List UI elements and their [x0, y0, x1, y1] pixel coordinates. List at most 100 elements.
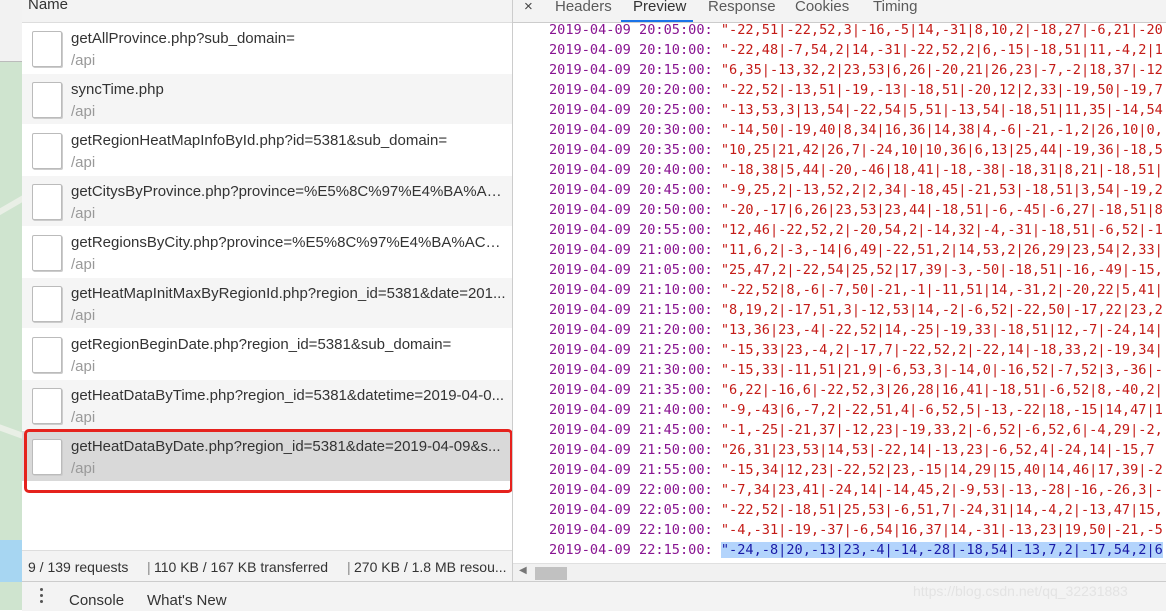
preview-key: 2019-04-09 21:50:00:	[549, 442, 713, 458]
preview-line[interactable]: 2019-04-09 21:10:00: "-22,52|8,-6|-7,50|…	[549, 282, 1163, 302]
preview-key: 2019-04-09 21:35:00:	[549, 382, 713, 398]
preview-line[interactable]: 2019-04-09 21:55:00: "-15,34|12,23|-22,5…	[549, 462, 1163, 482]
preview-line[interactable]: 2019-04-09 20:45:00: "-9,25,2|-13,52,2|2…	[549, 182, 1163, 202]
request-row[interactable]: getRegionBeginDate.php?region_id=5381&su…	[22, 329, 512, 380]
file-icon	[32, 337, 62, 373]
preview-line[interactable]: 2019-04-09 20:15:00: "6,35|-13,32,2|23,5…	[549, 62, 1163, 82]
preview-pane[interactable]: 2019-04-09 20:05:00: "-22,51|-22,52,3|-1…	[513, 23, 1166, 563]
horizontal-scrollbar[interactable]: ◀	[513, 563, 1166, 582]
preview-value: "8,19,2|-17,51,3|-12,53|14,-2|-6,52|-22,…	[720, 302, 1163, 318]
request-name: getHeatMapInitMaxByRegionId.php?region_i…	[71, 285, 506, 302]
name-column-label: Name	[28, 0, 69, 13]
preview-value: "-15,33|-11,51|21,9|-6,53,3|-14,0|-16,52…	[720, 362, 1163, 378]
preview-value: "-22,51|-22,52,3|-16,-5|14,-31|8,10,2|-1…	[720, 23, 1163, 38]
separator: |	[147, 559, 151, 575]
request-path: /api	[71, 52, 96, 69]
preview-line[interactable]: 2019-04-09 20:10:00: "-22,48|-7,54,2|14,…	[549, 42, 1163, 62]
preview-key: 2019-04-09 21:55:00:	[549, 462, 713, 478]
preview-line[interactable]: 2019-04-09 20:50:00: "-20,-17|6,26|23,53…	[549, 202, 1163, 222]
request-name: getAllProvince.php?sub_domain=	[71, 30, 295, 47]
preview-key: 2019-04-09 21:30:00:	[549, 362, 713, 378]
request-row[interactable]: syncTime.php /api	[22, 74, 512, 125]
preview-line[interactable]: 2019-04-09 21:45:00: "-1,-25|-21,37|-12,…	[549, 422, 1163, 442]
preview-value: "25,47,2|-22,54|25,52|17,39|-3,-50|-18,5…	[720, 262, 1163, 278]
preview-value: "-22,52|-18,51|25,53|-6,51,7|-24,31|14,-…	[720, 502, 1163, 518]
request-path: /api	[71, 409, 96, 426]
preview-line[interactable]: 2019-04-09 20:40:00: "-18,38|5,44|-20,-4…	[549, 162, 1163, 182]
request-row[interactable]: getRegionHeatMapInfoById.php?id=5381&sub…	[22, 125, 512, 176]
preview-value: "11,6,2|-3,-14|6,49|-22,51,2|14,53,2|26,…	[720, 242, 1163, 258]
request-row[interactable]: getRegionsByCity.php?province=%E5%8C%97%…	[22, 227, 512, 278]
preview-value: "-15,34|12,23|-22,52|23,-15|14,29|15,40|…	[720, 462, 1163, 478]
request-path: /api	[71, 307, 96, 324]
separator: |	[347, 559, 351, 575]
request-row[interactable]: getCitysByProvince.php?province=%E5%8C%9…	[22, 176, 512, 227]
tab-console[interactable]: Console	[69, 592, 124, 609]
preview-line[interactable]: 2019-04-09 22:15:00: "-24,-8|20,-13|23,-…	[549, 542, 1163, 562]
request-row[interactable]: getHeatMapInitMaxByRegionId.php?region_i…	[22, 278, 512, 329]
background-map	[0, 0, 22, 610]
preview-line[interactable]: 2019-04-09 21:15:00: "8,19,2|-17,51,3|-1…	[549, 302, 1163, 322]
preview-key: 2019-04-09 22:10:00:	[549, 522, 713, 538]
preview-key: 2019-04-09 20:30:00:	[549, 122, 713, 138]
preview-value: "13,36|23,-4|-22,52|14,-25|-19,33|-18,51…	[720, 322, 1163, 338]
active-tab-indicator	[621, 20, 693, 22]
request-row[interactable]: getAllProvince.php?sub_domain= /api	[22, 23, 512, 74]
preview-line[interactable]: 2019-04-09 21:30:00: "-15,33|-11,51|21,9…	[549, 362, 1163, 382]
request-path: /api	[71, 205, 96, 222]
preview-line[interactable]: 2019-04-09 20:05:00: "-22,51|-22,52,3|-1…	[549, 23, 1163, 42]
preview-line[interactable]: 2019-04-09 22:10:00: "-4,-31|-19,-37|-6,…	[549, 522, 1163, 542]
tab-response[interactable]: Response	[708, 0, 776, 15]
tab-cookies[interactable]: Cookies	[795, 0, 849, 15]
preview-line[interactable]: 2019-04-09 21:20:00: "13,36|23,-4|-22,52…	[549, 322, 1163, 342]
request-row[interactable]: getHeatDataByTime.php?region_id=5381&dat…	[22, 380, 512, 431]
scrollbar-thumb[interactable]	[535, 567, 567, 580]
request-path: /api	[71, 154, 96, 171]
preview-value: "-7,34|23,41|-24,14|-14,45,2|-9,53|-13,-…	[720, 482, 1163, 498]
preview-line[interactable]: 2019-04-09 21:00:00: "11,6,2|-3,-14|6,49…	[549, 242, 1163, 262]
watermark: https://blog.csdn.net/qq_32231883	[913, 583, 1128, 599]
preview-line[interactable]: 2019-04-09 20:35:00: "10,25|21,42|26,7|-…	[549, 142, 1163, 162]
preview-value: "-22,48|-7,54,2|14,-31|-22,52,2|6,-15|-1…	[720, 42, 1163, 58]
file-icon	[32, 31, 62, 67]
request-path: /api	[71, 460, 96, 477]
tab-headers[interactable]: Headers	[555, 0, 612, 15]
preview-value: "10,25|21,42|26,7|-24,10|10,36|6,13|25,4…	[720, 142, 1163, 158]
preview-line[interactable]: 2019-04-09 20:20:00: "-22,52|-13,51|-19,…	[549, 82, 1163, 102]
drawer-menu-icon[interactable]	[40, 588, 44, 606]
preview-line[interactable]: 2019-04-09 20:30:00: "-14,50|-19,40|8,34…	[549, 122, 1163, 142]
preview-line[interactable]: 2019-04-09 20:25:00: "-13,53,3|13,54|-22…	[549, 102, 1163, 122]
preview-line[interactable]: 2019-04-09 21:05:00: "25,47,2|-22,54|25,…	[549, 262, 1163, 282]
preview-line[interactable]: 2019-04-09 22:00:00: "-7,34|23,41|-24,14…	[549, 482, 1163, 502]
preview-line[interactable]: 2019-04-09 21:25:00: "-15,33|23,-4,2|-17…	[549, 342, 1163, 362]
preview-line[interactable]: 2019-04-09 20:55:00: "12,46|-22,52,2|-20…	[549, 222, 1163, 242]
tab-timing[interactable]: Timing	[873, 0, 917, 15]
request-name: getRegionBeginDate.php?region_id=5381&su…	[71, 336, 452, 353]
request-path: /api	[71, 103, 96, 120]
request-path: /api	[71, 358, 96, 375]
request-name: getRegionsByCity.php?province=%E5%8C%97%…	[71, 234, 507, 251]
tab-whats-new[interactable]: What's New	[147, 592, 227, 609]
request-row-selected[interactable]: getHeatDataByDate.php?region_id=5381&dat…	[22, 431, 512, 482]
request-name: getRegionHeatMapInfoById.php?id=5381&sub…	[71, 132, 448, 149]
preview-line[interactable]: 2019-04-09 21:50:00: "26,31|23,53|14,53|…	[549, 442, 1155, 462]
request-path: /api	[71, 256, 96, 273]
tab-preview[interactable]: Preview	[633, 0, 686, 15]
preview-key: 2019-04-09 21:25:00:	[549, 342, 713, 358]
preview-key: 2019-04-09 20:10:00:	[549, 42, 713, 58]
preview-line[interactable]: 2019-04-09 21:40:00: "-9,-43|6,-7,2|-22,…	[549, 402, 1163, 422]
request-list[interactable]: getAllProvince.php?sub_domain= /api sync…	[22, 23, 512, 550]
preview-value: "-22,52|8,-6|-7,50|-21,-1|-11,51|14,-31,…	[720, 282, 1163, 298]
preview-line[interactable]: 2019-04-09 22:05:00: "-22,52|-18,51|25,5…	[549, 502, 1163, 522]
request-name: getHeatDataByDate.php?region_id=5381&dat…	[71, 438, 501, 455]
resources-size: 270 KB / 1.8 MB resou...	[354, 559, 507, 575]
preview-line[interactable]: 2019-04-09 21:35:00: "6,22|-16,6|-22,52,…	[549, 382, 1163, 402]
request-name: syncTime.php	[71, 81, 164, 98]
detail-tabs: × Headers Preview Response Cookies Timin…	[513, 0, 1166, 23]
name-column-header[interactable]: Name	[22, 0, 512, 23]
preview-value: "6,22|-16,6|-22,52,3|26,28|16,41|-18,51|…	[720, 382, 1163, 398]
close-icon[interactable]: ×	[524, 0, 533, 15]
preview-key: 2019-04-09 20:35:00:	[549, 142, 713, 158]
scroll-left-arrow-icon[interactable]: ◀	[519, 565, 527, 576]
preview-value: "-4,-31|-19,-37|-6,54|16,37|14,-31|-13,2…	[720, 522, 1163, 538]
